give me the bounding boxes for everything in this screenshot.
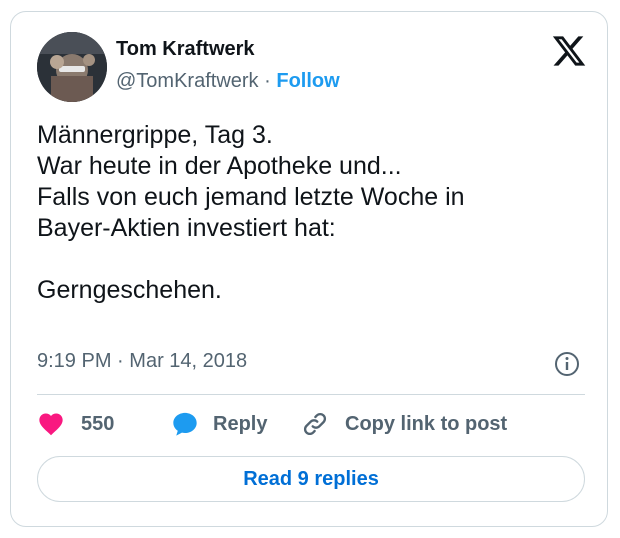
reply-button[interactable]: Reply (171, 410, 267, 438)
info-icon[interactable] (554, 351, 580, 377)
like-count: 550 (81, 412, 115, 435)
speech-bubble-icon (173, 412, 197, 436)
tweet-line: Falls von euch jemand letzte Woche in (37, 183, 465, 211)
tweet-line: Gerngeschehen. (37, 276, 222, 304)
tweet-line: War heute in der Apotheke und... (37, 152, 402, 180)
avatar-image (37, 32, 107, 102)
separator-dot: · (264, 70, 271, 92)
tweet-line: Bayer-Aktien investiert hat: (37, 214, 336, 242)
like-button[interactable]: 550 (37, 410, 114, 438)
reply-label: Reply (213, 412, 268, 435)
timestamp[interactable]: 9:19 PM · Mar 14, 2018 (37, 350, 247, 373)
x-logo-icon[interactable] (551, 33, 587, 69)
tweet-time: 9:19 PM (37, 350, 112, 372)
copy-link-button[interactable]: Copy link to post (301, 410, 507, 438)
author-handle[interactable]: @TomKraftwerk (116, 70, 259, 92)
copy-link-label: Copy link to post (345, 412, 508, 435)
author-name[interactable]: Tom Kraftwerk (116, 38, 255, 61)
separator-dot: · (117, 350, 124, 372)
divider (37, 394, 585, 395)
heart-icon (39, 413, 63, 436)
handle-row: @TomKraftwerk · Follow (116, 70, 340, 93)
action-bar: 550 Reply Copy link to post (37, 410, 585, 438)
tweet-text: Männergrippe, Tag 3. War heute in der Ap… (37, 120, 597, 306)
follow-button[interactable]: Follow (276, 70, 339, 92)
tweet-card: Tom Kraftwerk @TomKraftwerk · Follow Män… (10, 11, 608, 527)
link-icon (303, 412, 327, 436)
avatar[interactable] (37, 32, 107, 102)
read-replies-button[interactable]: Read 9 replies (37, 456, 585, 502)
tweet-line: Männergrippe, Tag 3. (37, 121, 273, 149)
tweet-date: Mar 14, 2018 (129, 350, 248, 372)
